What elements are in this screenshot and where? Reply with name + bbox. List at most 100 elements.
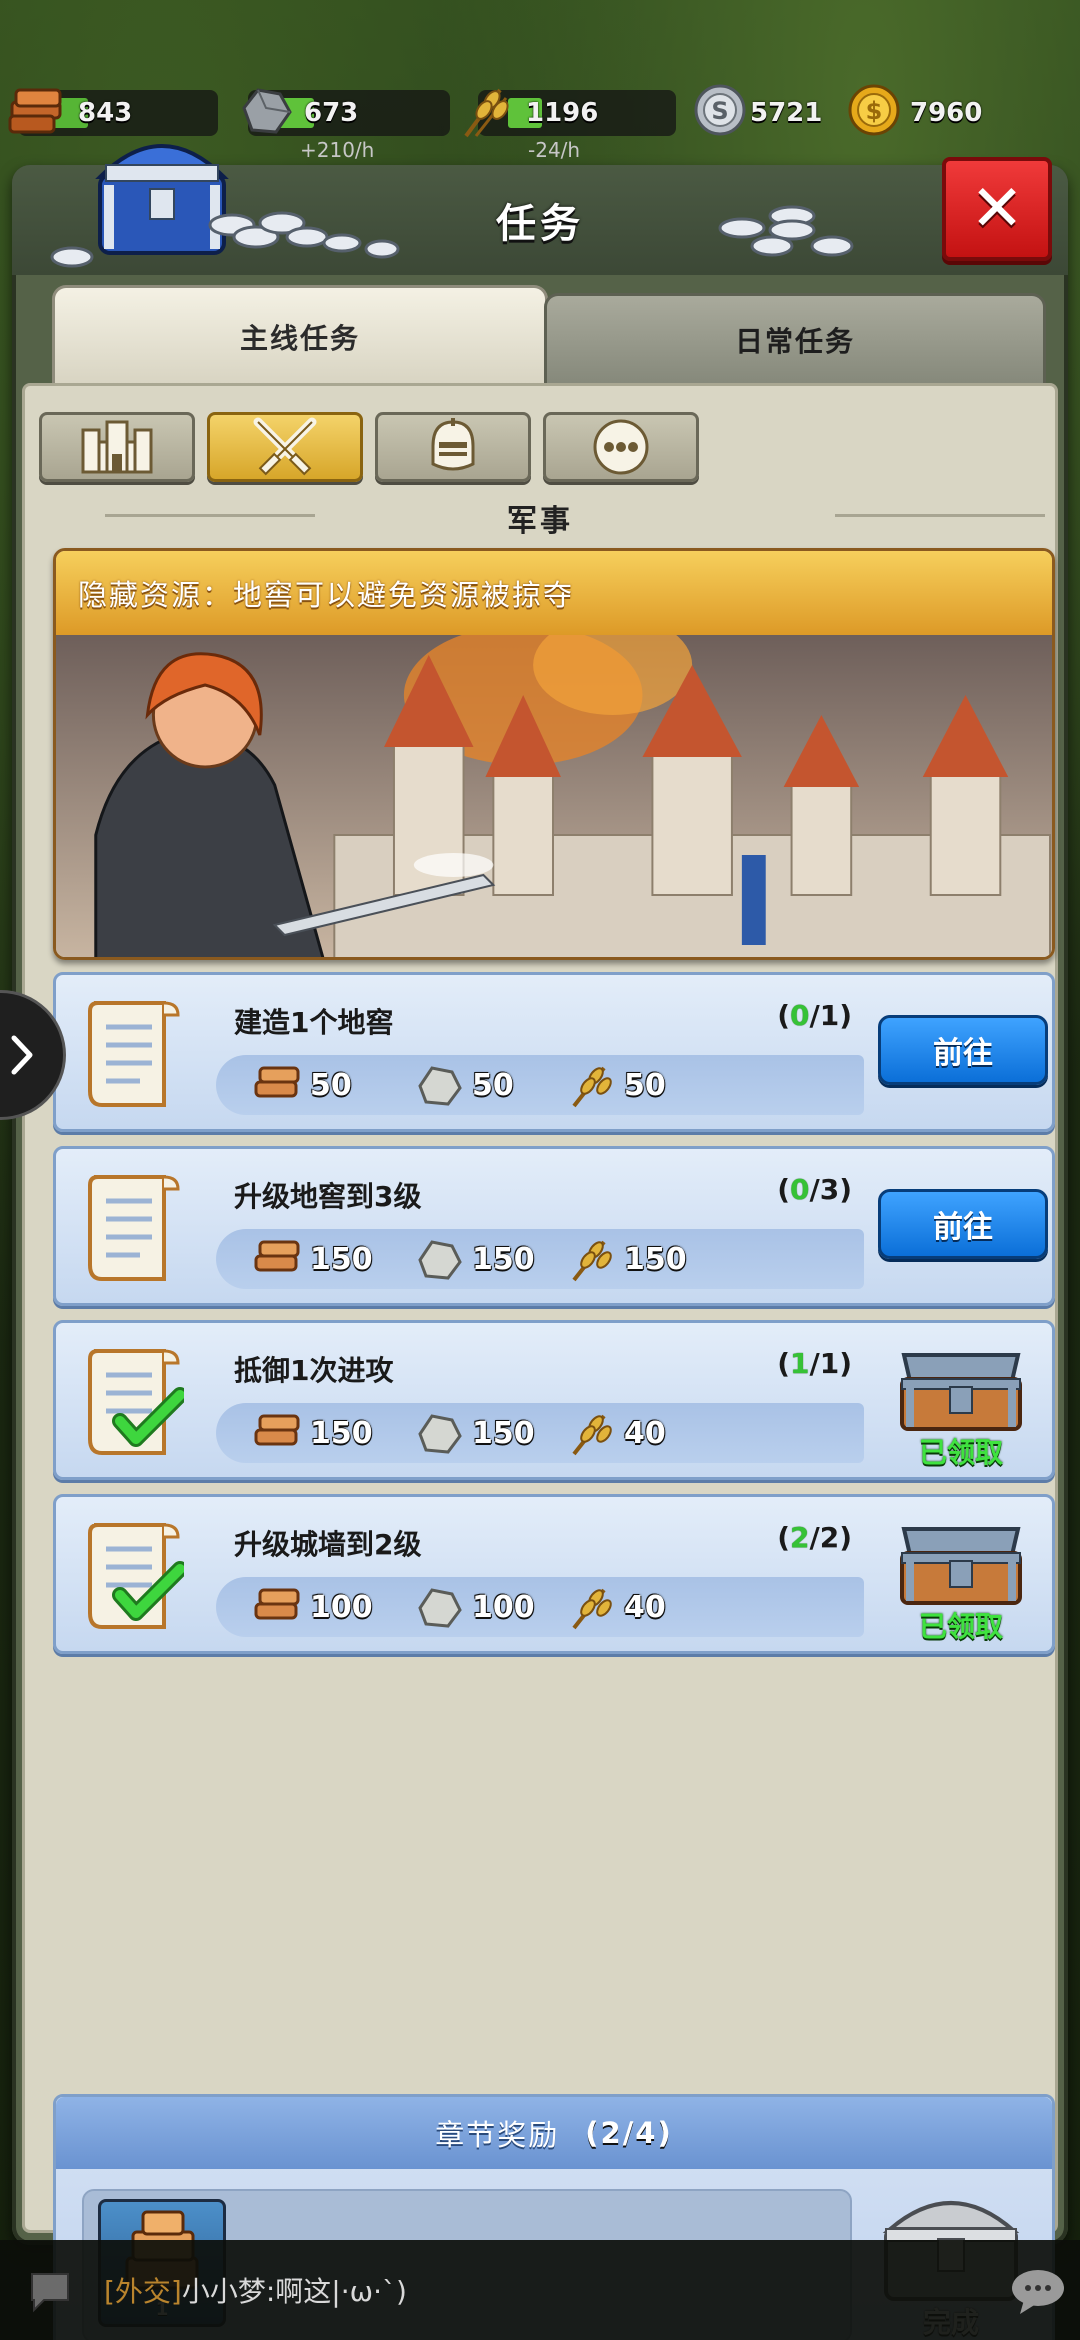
task-row: 建造1个地窖 (0/1) 50 50 50 前往 bbox=[53, 972, 1055, 1132]
category-hero-button[interactable] bbox=[375, 412, 531, 482]
food-rate: -24/h bbox=[528, 138, 581, 162]
category-building-button[interactable] bbox=[39, 412, 195, 482]
svg-text:$: $ bbox=[866, 97, 883, 125]
gold-coin-icon: $ bbox=[848, 84, 900, 136]
reward-stone-value: 150 bbox=[472, 1241, 535, 1277]
stone-value: 673 bbox=[304, 98, 359, 128]
chapter-reward-header: 章节奖励 (2/4) bbox=[56, 2097, 1052, 2169]
category-military-button[interactable] bbox=[207, 412, 363, 482]
hero-castle-illustration bbox=[56, 635, 1052, 957]
task-progress: (1/1) bbox=[777, 1347, 852, 1380]
task-title: 升级城墙到2级 bbox=[234, 1528, 422, 1561]
reward-wood-value: 150 bbox=[310, 1415, 373, 1451]
quest-content: 军事 隐藏资源：地窖可以避免资源被掠夺 建造1个地窖 (0/1) 50 50 5… bbox=[22, 383, 1058, 2340]
hint-banner: 隐藏资源：地窖可以避免资源被掠夺 bbox=[53, 548, 1055, 960]
chapter-reward-count: (2/4) bbox=[585, 2116, 673, 2150]
wheat-icon bbox=[572, 1240, 612, 1282]
reward-food: 50 bbox=[566, 1061, 666, 1109]
task-progress: (0/1) bbox=[777, 999, 852, 1032]
reward-stone: 150 bbox=[414, 1235, 535, 1283]
task-title: 抵御1次进攻 bbox=[234, 1354, 394, 1387]
stone-icon bbox=[418, 1240, 462, 1280]
reward-stone: 100 bbox=[414, 1583, 535, 1631]
banner-heading: 隐藏资源：地窖可以避免资源被掠夺 bbox=[56, 551, 1052, 635]
tab-main-quests-label: 主线任务 bbox=[239, 321, 360, 355]
silver-coin-icon: S bbox=[694, 84, 746, 136]
go-button[interactable]: 前往 bbox=[878, 1015, 1048, 1085]
reward-wood-value: 50 bbox=[310, 1067, 352, 1103]
reward-stone-value: 150 bbox=[472, 1415, 535, 1451]
category-other-button[interactable] bbox=[543, 412, 699, 482]
reward-wood: 50 bbox=[252, 1061, 352, 1109]
reward-wood: 100 bbox=[252, 1583, 373, 1631]
open-chest-icon bbox=[900, 1527, 1022, 1605]
tab-main-quests[interactable]: 主线任务 bbox=[52, 285, 548, 385]
task-rewards: 150 150 40 bbox=[216, 1403, 864, 1463]
go-button-label: 前往 bbox=[933, 1036, 993, 1071]
task-rewards: 100 100 40 bbox=[216, 1577, 864, 1637]
claimed-label: 已领取 bbox=[918, 1436, 1003, 1469]
go-button-label: 前往 bbox=[933, 1210, 993, 1245]
go-button[interactable]: 前往 bbox=[878, 1189, 1048, 1259]
section-title: 军事 bbox=[507, 504, 573, 539]
task-row: 抵御1次进攻 (1/1) 150 150 40 已领取 bbox=[53, 1320, 1055, 1480]
stone-icon bbox=[242, 88, 292, 134]
chevron-right-icon bbox=[11, 1035, 33, 1075]
tab-daily-quests[interactable]: 日常任务 bbox=[544, 293, 1046, 383]
task-rewards: 50 50 50 bbox=[216, 1055, 864, 1115]
castle-icon bbox=[81, 420, 153, 474]
claimed-chest: 已领取 bbox=[886, 1509, 1036, 1649]
task-title: 升级地窖到3级 bbox=[234, 1180, 422, 1213]
chat-bubble-icon bbox=[1012, 2270, 1064, 2314]
wood-icon bbox=[254, 1414, 300, 1446]
knight-helmet-icon bbox=[431, 418, 475, 471]
wood-icon bbox=[254, 1588, 300, 1620]
task-progress-current: 1 bbox=[790, 1347, 810, 1380]
silver-value: 5721 bbox=[750, 98, 823, 128]
task-progress-current: 0 bbox=[790, 999, 810, 1032]
scroll-icon bbox=[88, 1175, 180, 1281]
reward-stone: 50 bbox=[414, 1061, 514, 1109]
task-rewards: 150 150 150 bbox=[216, 1229, 864, 1289]
wood-icon bbox=[254, 1066, 300, 1098]
reward-food-value: 50 bbox=[624, 1067, 666, 1103]
close-icon: ✕ bbox=[970, 172, 1024, 246]
task-row: 升级地窖到3级 (0/3) 150 150 150 前往 bbox=[53, 1146, 1055, 1306]
reward-stone-value: 100 bbox=[472, 1589, 535, 1625]
stone-icon bbox=[418, 1066, 462, 1106]
wood-value: 843 bbox=[78, 98, 133, 128]
reward-food: 150 bbox=[566, 1235, 687, 1283]
reward-wood-value: 100 bbox=[310, 1589, 373, 1625]
chat-channel-icon bbox=[31, 2273, 69, 2313]
wheat-icon bbox=[464, 88, 509, 138]
close-button[interactable]: ✕ bbox=[942, 157, 1052, 261]
chat-bar[interactable]: [外交]小小梦:啊这|·ω·`) bbox=[0, 2240, 1080, 2340]
chapter-reward-title: 章节奖励 bbox=[435, 2118, 560, 2152]
stone-icon bbox=[418, 1414, 462, 1454]
crossed-swords-icon bbox=[253, 417, 317, 476]
panel-title: 任务 bbox=[496, 201, 584, 247]
reward-food: 40 bbox=[566, 1583, 666, 1631]
task-row: 升级城墙到2级 (2/2) 100 100 40 已领取 bbox=[53, 1494, 1055, 1654]
reward-food-value: 40 bbox=[624, 1415, 666, 1451]
chat-message: [外交]小小梦:啊这|·ω·`) bbox=[104, 2270, 407, 2310]
stone-icon bbox=[418, 1588, 462, 1628]
more-icon bbox=[593, 419, 649, 475]
claimed-label: 已领取 bbox=[918, 1610, 1003, 1643]
wood-icon bbox=[254, 1240, 300, 1272]
wood-icon bbox=[8, 88, 62, 134]
reward-wood-value: 150 bbox=[310, 1241, 373, 1277]
wheat-icon bbox=[572, 1414, 612, 1456]
chat-message-text: 小小梦:啊这|·ω·`) bbox=[181, 2275, 407, 2308]
reward-stone-value: 50 bbox=[472, 1067, 514, 1103]
scroll-icon bbox=[88, 1001, 180, 1107]
chat-channel-tag: [外交] bbox=[104, 2275, 182, 2308]
completed-scroll-icon bbox=[88, 1349, 184, 1455]
task-progress: (0/3) bbox=[777, 1173, 852, 1206]
task-panel: 任务 ✕ 主线任务 日常任务 军事 隐藏资源：地窖可以避免资源被掠夺 建造1个地… bbox=[12, 144, 1068, 2340]
gold-resource[interactable]: 7960 bbox=[880, 90, 1030, 136]
reward-stone: 150 bbox=[414, 1409, 535, 1457]
task-title: 建造1个地窖 bbox=[234, 1006, 394, 1039]
gold-value: 7960 bbox=[910, 98, 983, 128]
reward-wood: 150 bbox=[252, 1409, 373, 1457]
